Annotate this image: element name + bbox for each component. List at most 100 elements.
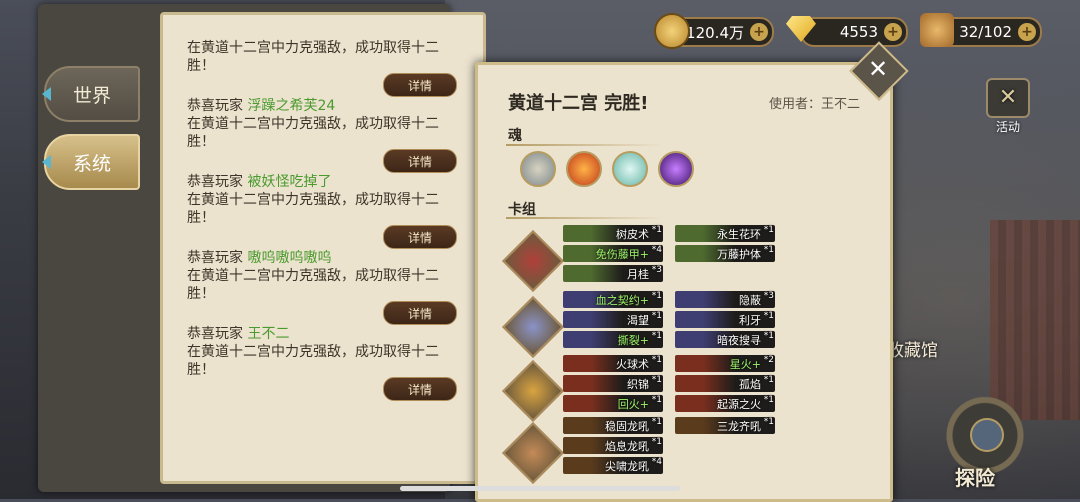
hero-portrait-icon[interactable] [501,229,565,293]
tab-world-label: 世界 [72,84,111,107]
card-count: *1 [763,417,774,427]
card-name: 尖啸龙吼 [605,459,649,473]
card-count: *1 [651,225,662,235]
tab-arrow-icon [42,155,51,169]
card-name: 万藤护体 [717,247,761,261]
deck-card[interactable]: 渴望 *1 [563,311,663,328]
tab-system[interactable]: 系统 [42,134,140,190]
home-indicator [400,486,680,491]
divider [506,144,664,146]
deck-card[interactable]: 万藤护体 *1 [675,245,775,262]
card-count: *1 [763,331,774,341]
player-name: 王不二 [247,326,290,342]
deck-card[interactable]: 起源之火 *1 [675,395,775,412]
detail-button[interactable]: 详情 [383,149,457,173]
card-name: 焰息龙吼 [605,439,649,453]
card-name: 免伤藤甲+ [595,247,649,261]
crossed-swords-icon: ✕ [986,78,1030,118]
stamina-add-button[interactable]: + [1018,23,1036,41]
system-message-feed[interactable]: 在黄道十二宫中力克强敌，成功取得十二胜！ 详情 恭喜玩家 浮躁之希芙24 在黄道… [160,12,486,484]
gold-value: 120.4万 [686,23,744,42]
deck-card[interactable]: 焰息龙吼 *1 [563,437,663,454]
list-item: 恭喜玩家 王不二 在黄道十二宫中力克强敌，成功取得十二胜！ [187,325,457,379]
card-count: *1 [651,355,662,365]
list-item: 恭喜玩家 嗷呜嗷呜嗷呜 在黄道十二宫中力克强敌，成功取得十二胜！ [187,249,457,303]
dialog-user: 使用者：王不二 [768,97,860,112]
tab-system-label: 系统 [72,152,111,175]
card-count: *1 [651,437,662,447]
list-item: 恭喜玩家 浮躁之希芙24 在黄道十二宫中力克强敌，成功取得十二胜！ [187,97,457,151]
message-prefix: 恭喜玩家 [187,326,243,342]
card-name: 血之契约+ [595,293,649,307]
card-name: 隐蔽 [739,293,761,307]
deck-card[interactable]: 回火+ *1 [563,395,663,412]
detail-button[interactable]: 详情 [383,225,457,249]
hero-portrait-icon[interactable] [501,421,565,485]
stamina-value: 32/102 [959,23,1012,41]
deck-card[interactable]: 星火+ *2 [675,355,775,372]
result-dialog: 黄道十二宫 完胜! 使用者：王不二 魂 卡组 树皮术 *1 免伤藤甲+ *4 月桂 *3 永… [475,62,893,502]
player-name: 被妖怪吃掉了 [247,174,332,190]
detail-button[interactable]: 详情 [383,73,457,97]
hero-portrait-icon[interactable] [501,359,565,423]
message-panel: 世界 系统 在黄道十二宫中力克强敌，成功取得十二胜！ 详情 恭喜玩家 浮躁之希芙… [38,4,486,492]
deck-card[interactable]: 树皮术 *1 [563,225,663,242]
card-name: 回火+ [617,397,649,411]
soul-flame-icon[interactable] [566,151,602,187]
deck-card[interactable]: 撕裂+ *1 [563,331,663,348]
list-item: 恭喜玩家 被妖怪吃掉了 在黄道十二宫中力克强敌，成功取得十二胜！ [187,173,457,227]
tab-arrow-icon [42,87,51,101]
message-prefix: 恭喜玩家 [187,174,243,190]
deck-card[interactable]: 孤焰 *1 [675,375,775,392]
card-count: *1 [763,245,774,255]
food-basket-icon [920,13,954,47]
card-name: 火球术 [616,357,649,371]
deck-card[interactable]: 隐蔽 *3 [675,291,775,308]
card-count: *3 [651,265,662,275]
detail-button[interactable]: 详情 [383,377,457,401]
tab-world[interactable]: 世界 [42,66,140,122]
player-name: 嗷呜嗷呜嗷呜 [247,250,332,266]
deck-card[interactable]: 稳固龙吼 *1 [563,417,663,434]
deck-card[interactable]: 永生花环 *1 [675,225,775,242]
soul-section-label: 魂 [508,128,522,144]
card-count: *1 [651,395,662,405]
card-name: 孤焰 [739,377,761,391]
card-name: 利牙 [739,313,761,327]
deck-card[interactable]: 月桂 *3 [563,265,663,282]
card-count: *1 [651,311,662,321]
activity-button[interactable]: ✕ 活动 [985,78,1031,134]
card-name: 树皮术 [616,227,649,241]
soul-portrait-icon[interactable] [520,151,556,187]
deck-card[interactable]: 暗夜搜寻 *1 [675,331,775,348]
soul-shadow-icon[interactable] [658,151,694,187]
close-icon[interactable]: ✕ [862,53,894,85]
card-name: 渴望 [627,313,649,327]
deck-card[interactable]: 织锦 *1 [563,375,663,392]
deck-card[interactable]: 三龙齐吼 *1 [675,417,775,434]
card-count: *4 [651,245,662,255]
message-body: 在黄道十二宫中力克强敌，成功取得十二胜！ [187,344,439,378]
card-name: 星火+ [729,357,761,371]
message-prefix: 恭喜玩家 [187,98,243,114]
card-count: *1 [651,375,662,385]
deck-card[interactable]: 免伤藤甲+ *4 [563,245,663,262]
gold-add-button[interactable]: + [750,23,768,41]
deck-card[interactable]: 尖啸龙吼 *4 [563,457,663,474]
card-count: *1 [651,417,662,427]
card-count: *4 [651,457,662,467]
card-name: 暗夜搜寻 [717,333,761,347]
deck-card[interactable]: 血之契约+ *1 [563,291,663,308]
deck-card[interactable]: 利牙 *1 [675,311,775,328]
activity-label: 活动 [995,120,1020,134]
hero-portrait-icon[interactable] [501,295,565,359]
card-name: 撕裂+ [617,333,649,347]
deck-card[interactable]: 火球术 *1 [563,355,663,372]
dialog-title: 黄道十二宫 完胜! [508,93,649,114]
player-name: 浮躁之希芙24 [247,98,336,114]
gem-add-button[interactable]: + [884,23,902,41]
detail-button[interactable]: 详情 [383,301,457,325]
card-name: 稳固龙吼 [605,419,649,433]
soul-wind-icon[interactable] [612,151,648,187]
card-count: *1 [763,375,774,385]
